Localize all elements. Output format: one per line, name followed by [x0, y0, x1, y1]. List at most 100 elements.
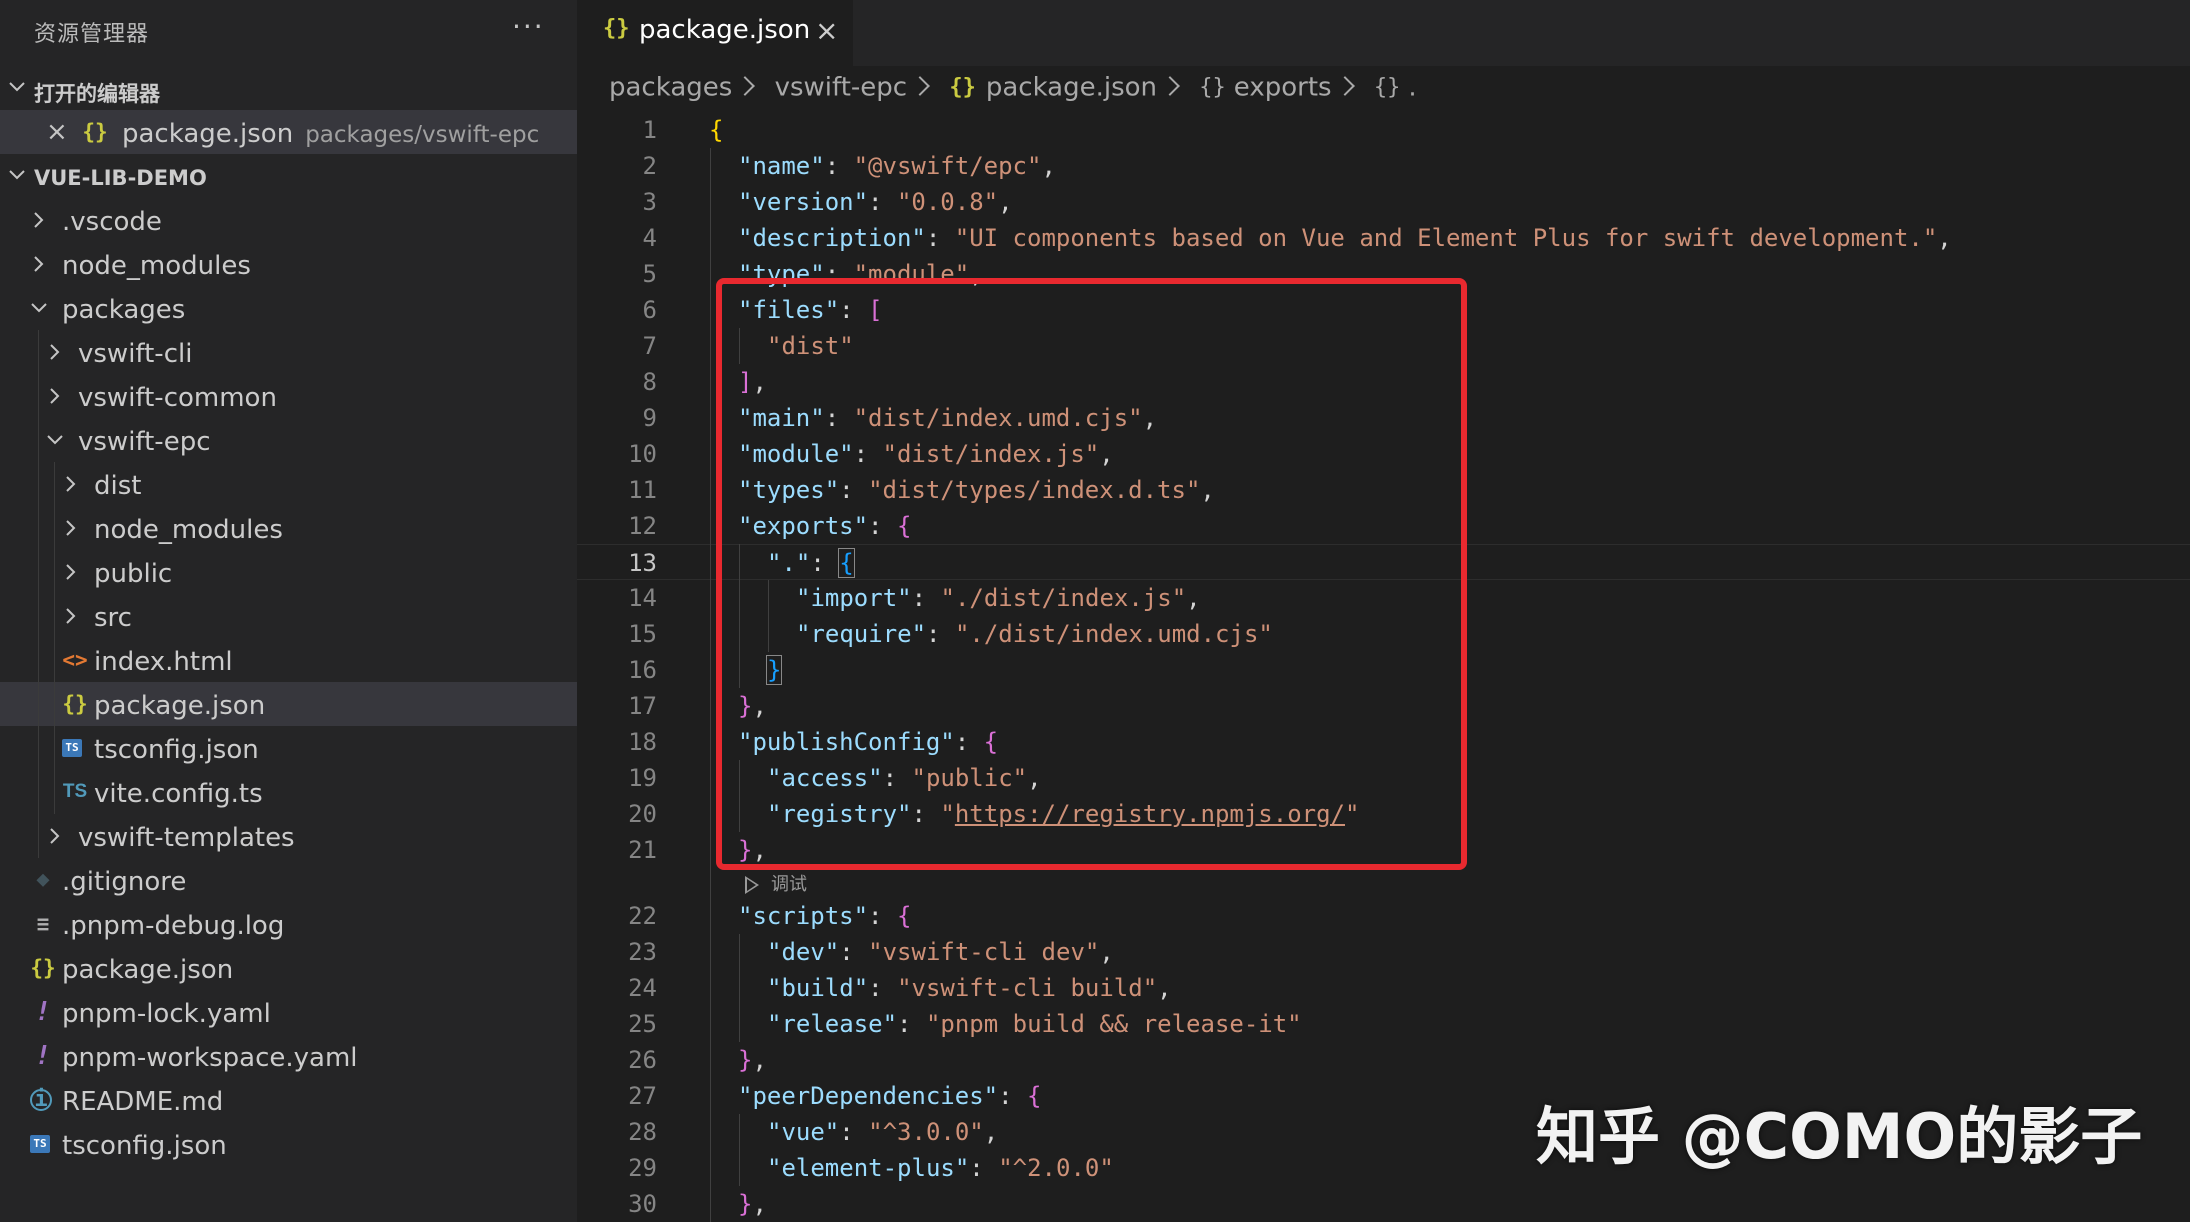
breadcrumb-item-exports[interactable]: exports: [1234, 73, 1332, 103]
open-editors-section-header[interactable]: 打开的编辑器: [0, 70, 577, 110]
tree-file[interactable]: ! pnpm-lock.yaml: [0, 990, 577, 1034]
open-editor-item[interactable]: × {} package.json packages/vswift-epc: [0, 110, 577, 154]
code-token: ,: [983, 1118, 999, 1146]
tree-folder[interactable]: packages: [0, 286, 577, 330]
line-number: 22: [628, 902, 657, 930]
chevron-right-icon: [735, 75, 756, 96]
open-editor-path: packages/vswift-epc: [305, 122, 540, 148]
tree-folder[interactable]: dist: [0, 462, 577, 506]
tree-folder[interactable]: vswift-epc: [0, 418, 577, 462]
line-number: 15: [628, 620, 657, 648]
chevron-right-icon: [66, 520, 76, 536]
code-token: "peerDependencies": [738, 1082, 999, 1110]
tree-folder[interactable]: vswift-cli: [0, 330, 577, 374]
code-line[interactable]: 24 "build": "vswift-cli build",: [577, 970, 2190, 1006]
git-icon: ◆: [36, 867, 50, 892]
debug-codelens[interactable]: 调试: [745, 870, 807, 900]
close-icon[interactable]: ×: [46, 119, 68, 145]
more-actions-icon[interactable]: ···: [512, 10, 545, 43]
yaml-icon: !: [35, 1041, 51, 1071]
code-token: "^2.0.0": [998, 1154, 1114, 1182]
tree-file[interactable]: {} package.json: [0, 946, 577, 990]
code-line[interactable]: 30},: [577, 1186, 2190, 1222]
code-line[interactable]: 3 "version": "0.0.8",: [577, 184, 2190, 220]
tree-folder[interactable]: src: [0, 594, 577, 638]
indent-guide: [739, 934, 740, 1042]
tree-folder[interactable]: node_modules: [0, 506, 577, 550]
tab-package-json[interactable]: {} package.json ×: [577, 0, 853, 66]
breadcrumb-item-packages[interactable]: packages: [609, 73, 732, 103]
code-line[interactable]: 2 "name": "@vswift/epc",: [577, 148, 2190, 184]
code-token: "scripts": [738, 902, 869, 930]
tree-item-label: src: [94, 603, 132, 633]
project-name: VUE-LIB-DEMO: [34, 166, 207, 190]
tree-item-label: node_modules: [62, 251, 251, 281]
line-number: 18: [628, 728, 657, 756]
tree-folder[interactable]: vswift-templates: [0, 814, 577, 858]
tree-file[interactable]: <> index.html: [0, 638, 577, 682]
line-number: 19: [628, 764, 657, 792]
code-line[interactable]: 1{: [577, 112, 2190, 148]
tab-label: package.json: [639, 15, 811, 45]
tree-file[interactable]: TS vite.config.ts: [0, 770, 577, 814]
line-number: 25: [628, 1010, 657, 1038]
json-icon: {}: [603, 16, 630, 41]
tree-folder[interactable]: public: [0, 550, 577, 594]
tree-file[interactable]: ◆ .gitignore: [0, 858, 577, 902]
tree-item-label: dist: [94, 471, 142, 501]
breadcrumb-item-dot[interactable]: .: [1408, 73, 1416, 103]
code-token: ,: [1041, 152, 1056, 180]
tree-item-label: node_modules: [94, 515, 283, 545]
line-number: 4: [642, 224, 657, 252]
tree-file[interactable]: {} package.json: [0, 682, 577, 726]
breadcrumb-item-file[interactable]: package.json: [986, 73, 1157, 103]
tree-item-label: README.md: [62, 1087, 224, 1117]
tree-folder[interactable]: node_modules: [0, 242, 577, 286]
code-line[interactable]: 22 "scripts": {: [577, 898, 2190, 934]
code-text: },: [738, 1186, 767, 1222]
yaml-icon: !: [35, 997, 51, 1027]
code-text: "vue": "^3.0.0",: [767, 1114, 998, 1150]
code-token: "vue": [767, 1118, 840, 1146]
tree-item-label: packages: [62, 295, 186, 325]
tree-file[interactable]: ! pnpm-workspace.yaml: [0, 1034, 577, 1078]
code-token: "description": [738, 224, 926, 252]
json-icon: {}: [82, 120, 108, 144]
chevron-right-icon: [50, 388, 60, 404]
line-number: 1: [642, 116, 657, 144]
code-token: "^3.0.0": [868, 1118, 984, 1146]
line-number: 2: [642, 152, 657, 180]
code-line[interactable]: 23 "dev": "vswift-cli dev",: [577, 934, 2190, 970]
breadcrumb-item-vswift-epc[interactable]: vswift-epc: [775, 73, 908, 103]
tree-file[interactable]: i README.md: [0, 1078, 577, 1122]
object-icon: {}: [1373, 75, 1401, 100]
code-text: "build": "vswift-cli build",: [767, 970, 1172, 1006]
chevron-down-icon: [47, 435, 63, 445]
tree-file[interactable]: TS tsconfig.json: [0, 726, 577, 770]
project-section-header[interactable]: VUE-LIB-DEMO: [0, 158, 577, 198]
tree-folder[interactable]: vswift-common: [0, 374, 577, 418]
tree-folder[interactable]: .vscode: [0, 198, 577, 242]
tree-file[interactable]: TS tsconfig.json: [0, 1122, 577, 1166]
chevron-right-icon: [66, 608, 76, 624]
code-token: {: [1027, 1082, 1042, 1110]
code-text: "peerDependencies": {: [738, 1078, 1041, 1114]
tree-item-label: tsconfig.json: [62, 1131, 227, 1161]
tsconfig-icon: TS: [30, 1135, 50, 1153]
code-line[interactable]: 25 "release": "pnpm build && release-it": [577, 1006, 2190, 1042]
line-number: 12: [628, 512, 657, 540]
code-token: "version": [738, 188, 869, 216]
chevron-right-icon: [66, 476, 76, 492]
code-text: "release": "pnpm build && release-it": [767, 1006, 1302, 1042]
code-token: :: [925, 224, 955, 252]
tab-close-icon[interactable]: ×: [815, 14, 838, 47]
code-text: "dev": "vswift-cli dev",: [767, 934, 1114, 970]
tree-file[interactable]: ≡ .pnpm-debug.log: [0, 902, 577, 946]
code-line[interactable]: 4 "description": "UI components based on …: [577, 220, 2190, 256]
tree-item-label: .pnpm-debug.log: [62, 911, 285, 941]
code-line[interactable]: 26},: [577, 1042, 2190, 1078]
line-number: 11: [628, 476, 657, 504]
chevron-right-icon: [66, 564, 76, 580]
tree-item-label: vswift-templates: [78, 823, 295, 853]
line-number: 9: [642, 404, 657, 432]
